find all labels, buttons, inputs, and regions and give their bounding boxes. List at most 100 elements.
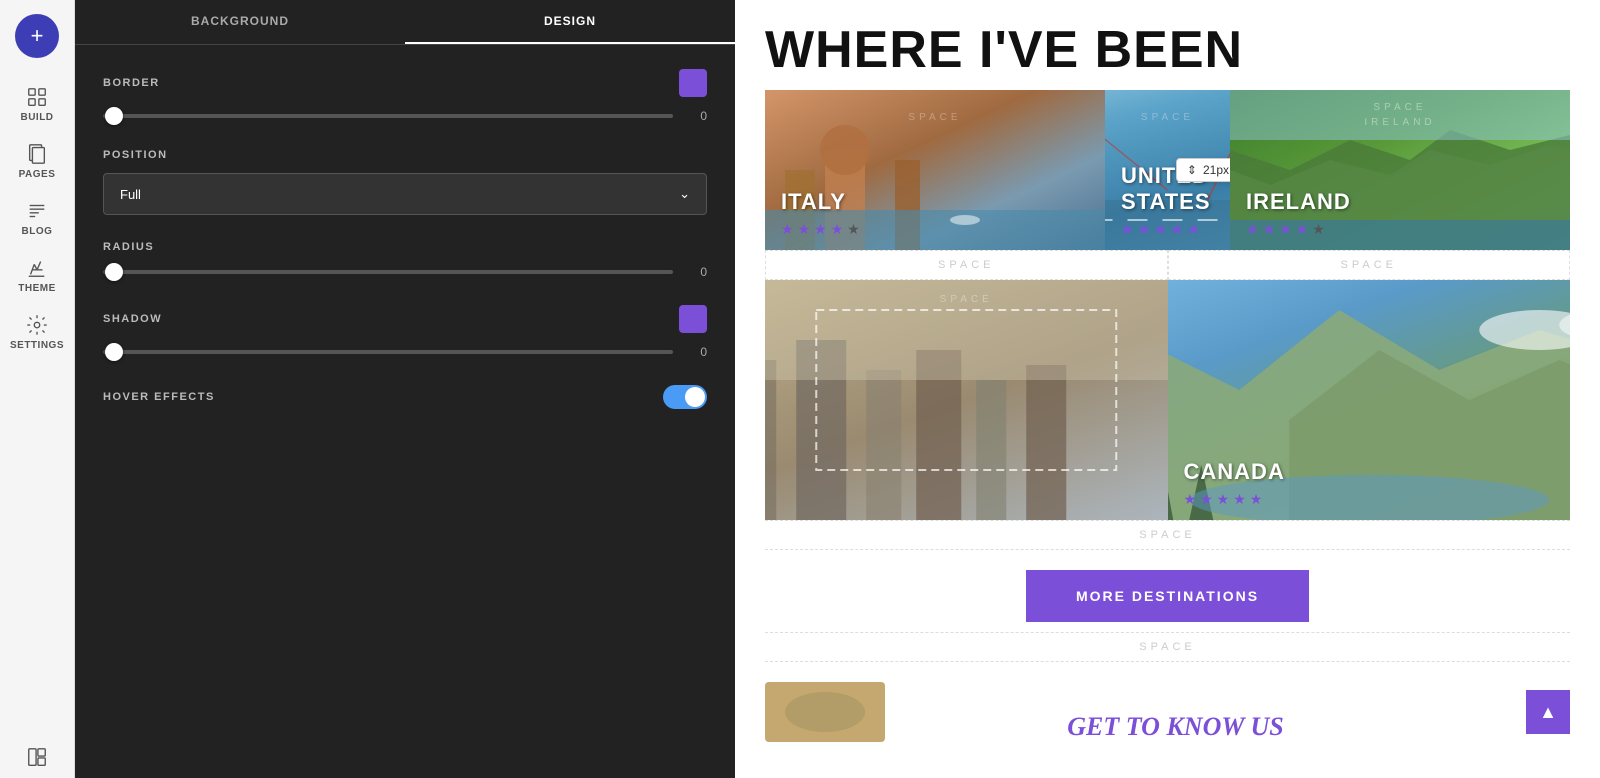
ireland-overlay: IRELAND ★ ★ ★ ★ ★	[1230, 177, 1570, 250]
drag-handle[interactable]: ⇕ 21px	[1176, 158, 1230, 182]
get-to-know-text: GET TO KNOW US	[1067, 712, 1283, 742]
second-cards-row: SPACE	[765, 280, 1570, 520]
chevron-down-icon: ⌄	[679, 186, 690, 202]
toggle-knob	[685, 387, 705, 407]
scroll-up-button[interactable]: ▲	[1526, 690, 1570, 734]
ireland-title: IRELAND	[1246, 189, 1554, 215]
svg-text:SPACE: SPACE	[940, 294, 993, 305]
ireland-stars: ★ ★ ★ ★ ★	[1246, 221, 1554, 238]
resize-icon: ⇕	[1187, 163, 1197, 177]
card-canada[interactable]: CANADA ★ ★ ★ ★ ★	[1168, 280, 1571, 520]
canada-overlay: CANADA ★ ★ ★ ★ ★	[1168, 447, 1571, 520]
settings-label: SETTINGS	[10, 340, 64, 351]
position-select[interactable]: Full ⌄	[103, 173, 707, 215]
design-panel: BACKGROUND DESIGN BORDER 0 POSITION Full	[75, 0, 735, 778]
tab-design[interactable]: DESIGN	[405, 0, 735, 44]
svg-text:SPACE: SPACE	[908, 112, 961, 123]
sidebar-item-layout[interactable]	[0, 736, 74, 778]
theme-label: THEME	[18, 283, 56, 294]
panel-body: BORDER 0 POSITION Full ⌄ RADIUS	[75, 45, 735, 778]
shadow-section: SHADOW 0	[103, 305, 707, 359]
shadow-header: SHADOW	[103, 305, 707, 333]
svg-text:IRELAND: IRELAND	[1364, 117, 1435, 128]
top-cards-row: SPACE ITALY ★ ★ ★ ★ ★ ⇕ 21px	[765, 90, 1570, 250]
france-background: SPACE	[765, 280, 1168, 520]
space-row-middle: SPACE SPACE	[765, 250, 1570, 280]
border-slider-track[interactable]	[103, 114, 673, 118]
card-france[interactable]: SPACE	[765, 280, 1168, 520]
position-value: Full	[120, 187, 141, 202]
build-label: BUILD	[20, 112, 53, 123]
plus-icon: +	[31, 23, 44, 49]
blog-label: BLOG	[22, 226, 53, 237]
bottom-thumbnail	[765, 682, 885, 742]
border-label: BORDER	[103, 77, 160, 89]
card-ireland[interactable]: SPACE IRELAND IRELAND ★ ★ ★ ★ ★	[1230, 90, 1570, 250]
sidebar-item-theme[interactable]: THEME	[0, 247, 74, 304]
border-slider-container: 0	[103, 109, 707, 123]
card-italy[interactable]: SPACE ITALY ★ ★ ★ ★ ★	[765, 90, 1105, 250]
shadow-color-swatch[interactable]	[679, 305, 707, 333]
blog-icon	[26, 200, 48, 222]
shadow-slider-container: 0	[103, 345, 707, 359]
shadow-slider-track[interactable]	[103, 350, 673, 354]
sidebar-item-blog[interactable]: BLOG	[0, 190, 74, 247]
italy-overlay: ITALY ★ ★ ★ ★ ★	[765, 177, 1105, 250]
svg-text:SPACE: SPACE	[1141, 112, 1194, 123]
border-header: BORDER	[103, 69, 707, 97]
layout-icon	[26, 746, 48, 768]
sidebar-item-pages[interactable]: PAGES	[0, 133, 74, 190]
space-block-right: SPACE	[1168, 250, 1571, 280]
position-label: POSITION	[103, 149, 168, 161]
us-stars: ★ ★ ★ ★ ★	[1121, 221, 1214, 238]
thumbnail-svg	[765, 682, 885, 742]
italy-title: ITALY	[781, 189, 1089, 215]
hover-header: HOVER EFFECTS	[103, 385, 707, 409]
card-united-states[interactable]: ⇕ 21px	[1105, 90, 1230, 250]
main-content: WHERE I'VE BEEN	[735, 0, 1600, 778]
build-icon	[26, 86, 48, 108]
tab-background[interactable]: BACKGROUND	[75, 0, 405, 44]
radius-value: 0	[683, 265, 707, 279]
hover-section: HOVER EFFECTS	[103, 385, 707, 409]
shadow-slider-thumb[interactable]	[105, 343, 123, 361]
pages-label: PAGES	[19, 169, 56, 180]
italy-stars: ★ ★ ★ ★ ★	[781, 221, 1089, 238]
shadow-label: SHADOW	[103, 313, 162, 325]
bottom-preview: GET TO KNOW US ▲	[735, 682, 1600, 752]
pages-icon	[26, 143, 48, 165]
radius-slider-track[interactable]	[103, 270, 673, 274]
add-button[interactable]: +	[15, 14, 59, 58]
radius-label: RADIUS	[103, 241, 154, 253]
shadow-value: 0	[683, 345, 707, 359]
position-section: POSITION Full ⌄	[103, 149, 707, 215]
sidebar: + BUILD PAGES BLOG	[0, 0, 75, 778]
space-block-left: SPACE	[765, 250, 1168, 280]
position-header: POSITION	[103, 149, 707, 161]
bottom-space-row: SPACE	[765, 520, 1570, 550]
radius-slider-container: 0	[103, 265, 707, 279]
theme-icon	[26, 257, 48, 279]
border-slider-thumb[interactable]	[105, 107, 123, 125]
page-title: WHERE I'VE BEEN	[735, 0, 1600, 90]
cta-space: SPACE	[765, 632, 1570, 662]
hover-label: HOVER EFFECTS	[103, 391, 215, 403]
bottom-space-block: SPACE	[765, 520, 1570, 550]
canada-stars: ★ ★ ★ ★ ★	[1184, 491, 1555, 508]
svg-text:SPACE: SPACE	[1373, 102, 1426, 113]
canada-title: CANADA	[1184, 459, 1555, 485]
radius-slider-thumb[interactable]	[105, 263, 123, 281]
border-section: BORDER 0	[103, 69, 707, 123]
border-value: 0	[683, 109, 707, 123]
sidebar-item-build[interactable]: BUILD	[0, 76, 74, 133]
sidebar-item-settings[interactable]: SETTINGS	[0, 304, 74, 361]
panel-tabs: BACKGROUND DESIGN	[75, 0, 735, 45]
hover-toggle[interactable]	[663, 385, 707, 409]
radius-section: RADIUS 0	[103, 241, 707, 279]
drag-value: 21px	[1203, 163, 1229, 177]
settings-icon	[26, 314, 48, 336]
cta-section: MORE DESTINATIONS SPACE	[735, 550, 1600, 682]
border-color-swatch[interactable]	[679, 69, 707, 97]
radius-header: RADIUS	[103, 241, 707, 253]
more-destinations-button[interactable]: MORE DESTINATIONS	[1026, 570, 1309, 622]
